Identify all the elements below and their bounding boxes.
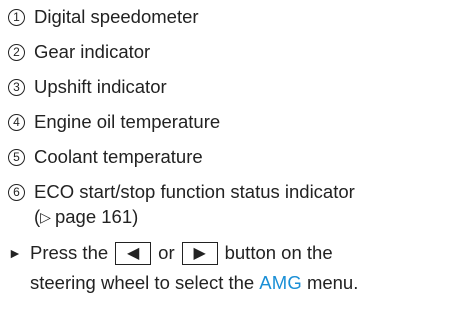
legend-item-4: 4 Engine oil temperature bbox=[8, 108, 220, 136]
bullet-arrow-icon: ► bbox=[8, 245, 22, 261]
page-reference[interactable]: ( ▷ page 161) bbox=[34, 204, 138, 230]
reference-text: page 161) bbox=[54, 206, 139, 227]
amg-menu-label: AMG bbox=[259, 272, 302, 293]
callout-number: 1 bbox=[8, 8, 25, 26]
legend-text: Coolant temperature bbox=[34, 146, 203, 167]
legend-text: Upshift indicator bbox=[34, 76, 167, 97]
page-reference-arrow-icon: ▷ bbox=[40, 208, 51, 225]
legend-item-6: 6 ECO start/stop function status indicat… bbox=[8, 178, 355, 206]
legend-item-1: 1 Digital speedometer bbox=[8, 3, 199, 31]
legend-text: Gear indicator bbox=[34, 41, 151, 62]
instruction-line-1: ► Press the ◀ or ▶ button on the bbox=[8, 238, 333, 268]
left-arrow-button-icon: ◀ bbox=[115, 241, 152, 265]
legend-text: Digital speedometer bbox=[34, 6, 199, 27]
legend-item-2: 2 Gear indicator bbox=[8, 38, 150, 66]
legend-text: ECO start/stop function status indicator bbox=[34, 181, 355, 202]
legend-item-3: 3 Upshift indicator bbox=[8, 73, 167, 101]
legend-item-5: 5 Coolant temperature bbox=[8, 143, 203, 171]
callout-number: 2 bbox=[8, 43, 25, 61]
instruction-text: Press the bbox=[30, 242, 109, 263]
instruction-text: menu. bbox=[306, 272, 359, 293]
instruction-line-2: steering wheel to select the AMG menu. bbox=[30, 268, 358, 298]
callout-number: 5 bbox=[8, 148, 25, 166]
instruction-text: or bbox=[158, 242, 175, 263]
right-arrow-button-icon: ▶ bbox=[181, 241, 218, 265]
legend-text: Engine oil temperature bbox=[34, 111, 221, 132]
callout-number: 3 bbox=[8, 78, 25, 96]
callout-number: 4 bbox=[8, 113, 25, 131]
instruction-text: button on the bbox=[224, 242, 333, 263]
callout-number: 6 bbox=[8, 183, 25, 201]
instruction-text: steering wheel to select the bbox=[30, 272, 255, 293]
